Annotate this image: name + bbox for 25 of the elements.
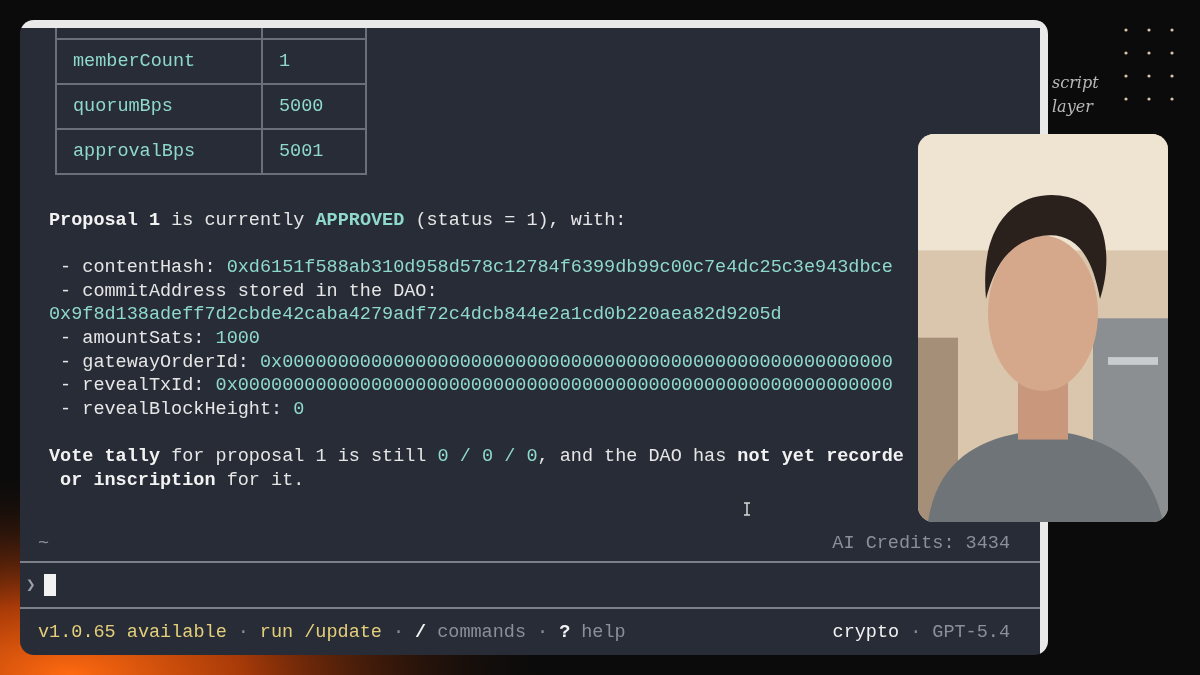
footer-hints: v1.0.65 available · run /update · / commands · ? help [38,621,626,643]
handwritten-note: layer [1052,96,1095,118]
directory-label: ~ [38,533,50,555]
table-cell: approvalBps [56,129,262,174]
text-cursor [43,574,56,596]
table-cell: memberCount [56,39,262,84]
model-info: crypto · GPT-5.4 [832,621,1010,643]
output-line: - contentHash: 0xd6151f588ab310d958d578c12784f6399db99c00c7e4dc25c3e943dbce [59,256,894,280]
table-cell: 5001 [262,129,366,174]
output-line: - revealTxId: 0x00000000000000000000000000000000000000000000000000000000000 [59,374,894,398]
output-line: - revealBlockHeight: 0 [59,397,306,422]
output-line: - amountSats: 1000 [59,326,261,351]
credits-label: AI Credits: 3434 [832,533,1010,555]
output-line: - gatewayOrderId: 0x0000000000000000000000000000000000000000000000000000000 [59,350,894,375]
table-cell: 5000 [262,84,366,129]
handwritten-note: script [1052,72,1099,94]
output-line: Proposal 1 is currently APPROVED (status = 1), with: [49,209,628,233]
output-line: 0x9f8d138adeff7d2cbde42caba4279adf72c4dcb844e2a1cd0b220aea82d9205d [49,303,783,327]
output-line: - commitAddress stored in the DAO: [59,279,439,304]
output-line: or inscription for it. [59,468,306,493]
prompt-symbol: ❯ [26,576,36,595]
output-line: Vote tally for proposal 1 is still 0 / 0 / 0, and the DAO has not yet recorde [49,444,905,469]
text-cursor-icon [743,502,751,516]
table-cell: quorumBps [56,84,262,129]
table-cell: 1 [262,39,366,84]
